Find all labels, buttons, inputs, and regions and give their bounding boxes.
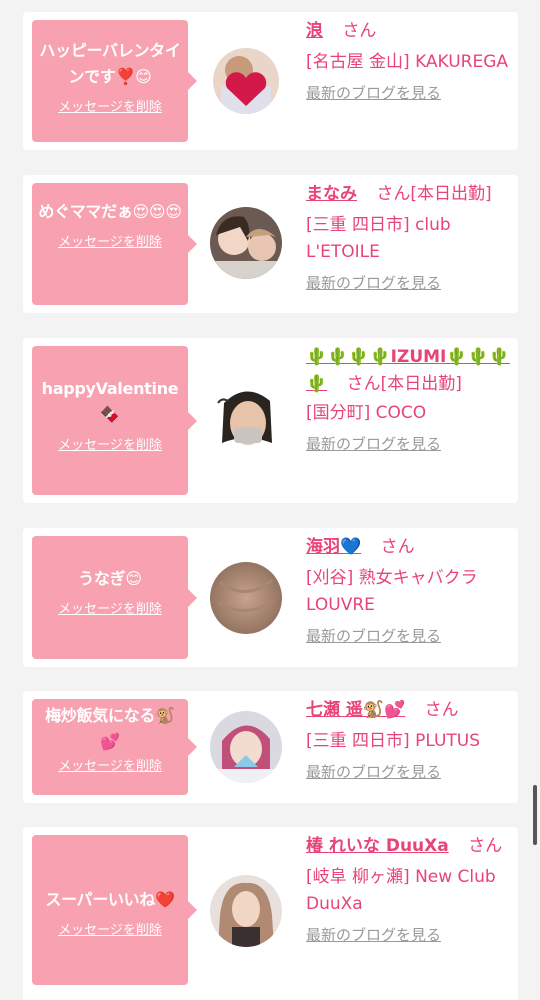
cast-info: 海羽💙 さん [刈谷] 熟女キャバクラ LOUVRE 最新のブログを見る: [306, 534, 511, 650]
cast-location: [三重 四日市] PLUTUS: [306, 731, 481, 751]
message-bubble: happyValentine🍫 メッセージを削除: [32, 346, 197, 495]
avatar-image: [210, 383, 282, 455]
cast-name-link[interactable]: 海羽💙: [306, 537, 361, 557]
avatar-image: [213, 48, 279, 114]
delete-message-link[interactable]: メッセージを削除: [58, 96, 162, 115]
scrollbar[interactable]: [533, 785, 537, 845]
message-card: happyValentine🍫 メッセージを削除 🌵🌵🌵🌵IZUMI🌵🌵🌵🌵 さ…: [23, 338, 518, 503]
cast-name-link[interactable]: 浪: [306, 21, 323, 41]
cast-name-link[interactable]: まなみ: [306, 184, 357, 204]
delete-message-link[interactable]: メッセージを削除: [58, 919, 162, 938]
delete-message-link[interactable]: メッセージを削除: [58, 231, 162, 250]
message-bubble: ハッピーバレンタインです❣️😊 メッセージを削除: [32, 20, 197, 142]
message-text: うなぎ😊: [78, 569, 142, 588]
avatar-image: [210, 875, 282, 947]
avatar[interactable]: [213, 48, 279, 114]
message-card: めぐママだぁ😍😍😍 メッセージを削除 まなみ さん[本日出勤] [三重 四日市]…: [23, 175, 518, 313]
message-text: ハッピーバレンタインです❣️😊: [39, 41, 181, 86]
avatar-image: [210, 562, 282, 634]
cast-info: 浪 さん [名古屋 金山] KAKUREGA 最新のブログを見る: [306, 18, 511, 107]
view-blog-link[interactable]: 最新のブログを見る: [306, 759, 511, 786]
cast-location: [名古屋 金山] KAKUREGA: [306, 52, 509, 72]
view-blog-link[interactable]: 最新のブログを見る: [306, 431, 511, 458]
avatar[interactable]: [210, 207, 282, 279]
cast-location: [国分町] COCO: [306, 403, 427, 423]
message-text: めぐママだぁ😍😍😍: [38, 202, 182, 221]
cast-info: 七瀬 遥🐒💕 さん [三重 四日市] PLUTUS 最新のブログを見る: [306, 697, 511, 786]
avatar-image: [210, 207, 282, 279]
cast-suffix: さん: [342, 21, 377, 41]
cast-location: [岐阜 柳ヶ瀬] New Club DuuXa: [306, 867, 496, 914]
avatar[interactable]: [210, 711, 282, 783]
cast-suffix: さん: [380, 537, 415, 557]
delete-message-link[interactable]: メッセージを削除: [58, 755, 162, 774]
message-card: 梅炒飯気になる🐒💕 メッセージを削除 七瀬 遥🐒💕 さん [三重 四日市] PL…: [23, 691, 518, 803]
avatar[interactable]: [210, 562, 282, 634]
message-bubble: スーパーいいね❤️ メッセージを削除: [32, 835, 197, 985]
message-bubble: うなぎ😊 メッセージを削除: [32, 536, 197, 659]
cast-name-link[interactable]: 椿 れいな DuuXa: [306, 836, 449, 856]
message-text: スーパーいいね❤️: [45, 890, 175, 909]
avatar[interactable]: [210, 875, 282, 947]
message-text: happyValentine🍫: [41, 379, 179, 424]
cast-info: まなみ さん[本日出勤] [三重 四日市] club L'ETOILE 最新のブ…: [306, 181, 511, 297]
message-bubble: めぐママだぁ😍😍😍 メッセージを削除: [32, 183, 197, 305]
view-blog-link[interactable]: 最新のブログを見る: [306, 623, 511, 650]
cast-location: [三重 四日市] club L'ETOILE: [306, 215, 451, 262]
cast-location: [刈谷] 熟女キャバクラ LOUVRE: [306, 568, 478, 615]
cast-name-link[interactable]: 七瀬 遥🐒💕: [306, 700, 405, 720]
avatar[interactable]: [210, 383, 282, 455]
message-bubble: 梅炒飯気になる🐒💕 メッセージを削除: [32, 699, 197, 795]
view-blog-link[interactable]: 最新のブログを見る: [306, 80, 511, 107]
message-card: ハッピーバレンタインです❣️😊 メッセージを削除 浪 さん [名古屋 金山] K…: [23, 12, 518, 150]
message-text: 梅炒飯気になる🐒💕: [45, 706, 175, 751]
cast-info: 椿 れいな DuuXa さん [岐阜 柳ヶ瀬] New Club DuuXa 最…: [306, 833, 511, 949]
cast-suffix: さん: [468, 836, 503, 856]
cast-info: 🌵🌵🌵🌵IZUMI🌵🌵🌵🌵 さん[本日出勤] [国分町] COCO 最新のブログ…: [306, 344, 511, 458]
cast-suffix: さん[本日出勤]: [346, 374, 462, 394]
cast-suffix: さん: [424, 700, 459, 720]
message-card: スーパーいいね❤️ メッセージを削除 椿 れいな DuuXa さん [岐阜 柳ヶ…: [23, 827, 518, 1000]
delete-message-link[interactable]: メッセージを削除: [58, 434, 162, 453]
avatar-image: [210, 711, 282, 783]
view-blog-link[interactable]: 最新のブログを見る: [306, 922, 511, 949]
cast-suffix: さん[本日出勤]: [376, 184, 492, 204]
message-card: うなぎ😊 メッセージを削除 海羽💙 さん [刈谷] 熟女キャバクラ LOUVRE…: [23, 528, 518, 667]
view-blog-link[interactable]: 最新のブログを見る: [306, 270, 511, 297]
delete-message-link[interactable]: メッセージを削除: [58, 598, 162, 617]
